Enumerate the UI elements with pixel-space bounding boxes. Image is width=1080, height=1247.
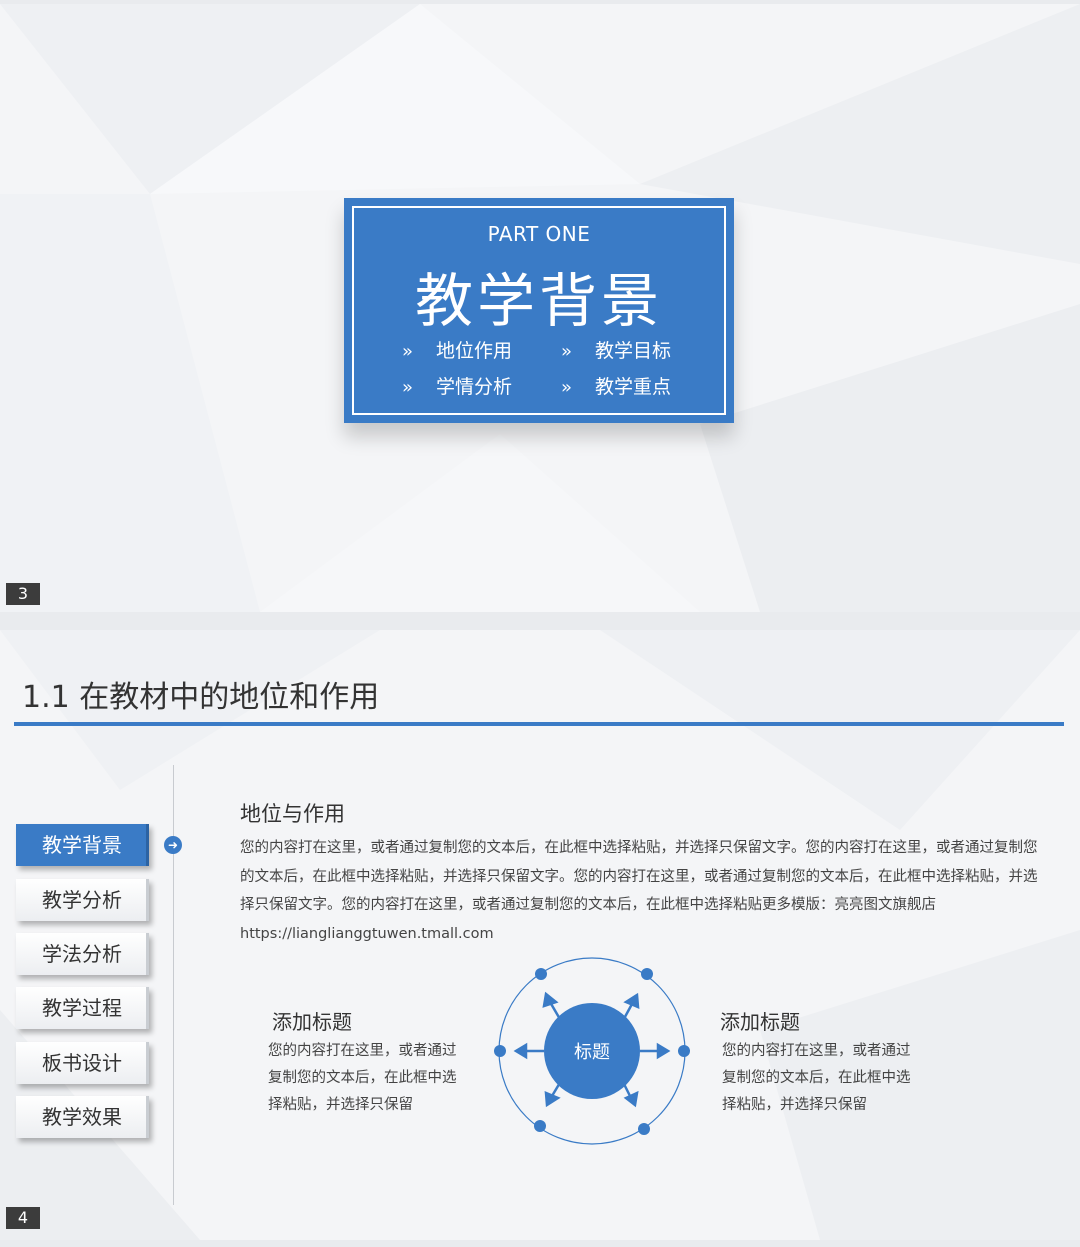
section-item-learner-analysis[interactable]: » 学情分析 — [402, 372, 512, 399]
slide-number: 4 — [6, 1207, 40, 1229]
chevron-right-icon: » — [402, 341, 414, 362]
slide-3[interactable]: PART ONE 教学背景 » 地位作用 » 教学目标 » 学情分析 » 教学重点 3 — [0, 4, 1080, 612]
left-block-title: 添加标题 — [272, 1010, 352, 1034]
left-block-text: 您的内容打在这里，或者通过复制您的文本后，在此框中选择粘贴，并选择只保留 — [268, 1043, 457, 1113]
slide-4[interactable]: 1.1 在教材中的地位和作用 教学背景 教学分析 学法分析 教学过程 板书设计 … — [0, 630, 1080, 1240]
section-item-label: 教学重点 — [595, 376, 672, 398]
section-title: 教学背景 — [414, 267, 663, 335]
section-item-label: 学情分析 — [436, 376, 513, 398]
radial-diagram: 标题 — [494, 957, 690, 1145]
slide-title: 1.1 在教材中的地位和作用 — [22, 680, 380, 715]
slide-number: 3 — [6, 583, 40, 605]
section-item-label: 教学目标 — [595, 340, 672, 362]
chevron-right-icon: » — [402, 377, 414, 398]
part-label: PART ONE — [487, 222, 591, 246]
chevron-right-icon: » — [561, 341, 573, 362]
section-title-card: PART ONE 教学背景 » 地位作用 » 教学目标 » 学情分析 » 教学重点 — [344, 198, 734, 423]
nav-item-teaching-process[interactable]: 教学过程 — [16, 987, 149, 1029]
arrow-right-circle-icon[interactable]: ➜ — [164, 836, 182, 854]
nav-item-board-design[interactable]: 板书设计 — [16, 1042, 149, 1084]
center-label: 标题 — [574, 1042, 610, 1063]
right-block-text: 您的内容打在这里，或者通过复制您的文本后，在此框中选择粘贴，并选择只保留 — [722, 1043, 911, 1113]
section-item-key-points[interactable]: » 教学重点 — [561, 372, 671, 399]
nav-item-teaching-effect[interactable]: 教学效果 — [16, 1096, 149, 1138]
sidebar-divider — [173, 765, 174, 1205]
title-card-frame: PART ONE 教学背景 » 地位作用 » 教学目标 » 学情分析 » 教学重点 — [352, 206, 726, 415]
right-block-title: 添加标题 — [720, 1010, 800, 1034]
title-underline — [14, 722, 1064, 726]
chevron-right-icon: » — [561, 377, 573, 398]
section-item-goals[interactable]: » 教学目标 — [561, 336, 671, 363]
nav-item-method-analysis[interactable]: 学法分析 — [16, 933, 149, 975]
nav-item-teaching-background[interactable]: 教学背景 — [16, 824, 149, 866]
section-heading: 地位与作用 — [240, 802, 345, 826]
nav-item-teaching-analysis[interactable]: 教学分析 — [16, 879, 149, 921]
body-paragraph: 您的内容打在这里，或者通过复制您的文本后，在此框中选择粘贴，并选择只保留文字。您… — [240, 840, 1038, 942]
section-item-label: 地位作用 — [436, 340, 513, 362]
section-item-position[interactable]: » 地位作用 — [402, 336, 512, 363]
